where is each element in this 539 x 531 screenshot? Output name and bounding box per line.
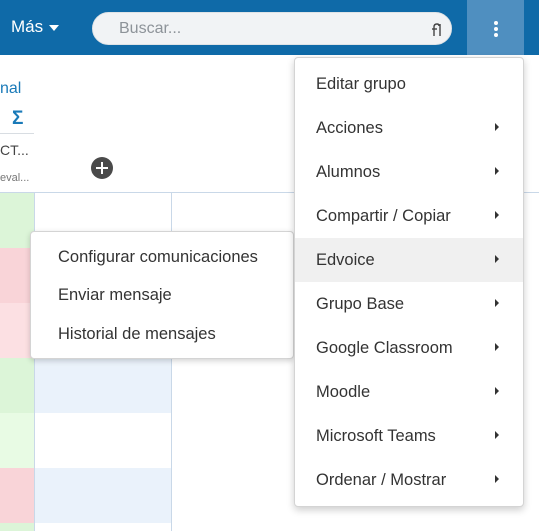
- menu-item-label: Grupo Base: [316, 295, 405, 313]
- grid-cell[interactable]: [0, 358, 34, 413]
- menu-item-acciones[interactable]: Acciones: [295, 106, 523, 150]
- search-box: [92, 12, 452, 45]
- grid-cell[interactable]: [0, 193, 34, 248]
- menu-item-edvoice[interactable]: Edvoice: [295, 238, 523, 282]
- menu-item-label: Editar grupo: [316, 75, 406, 93]
- grid-cell[interactable]: [35, 358, 171, 413]
- edvoice-submenu: Configurar comunicaciones Enviar mensaje…: [30, 231, 294, 359]
- menu-item-label: Compartir / Copiar: [316, 207, 451, 225]
- menu-item-label: Moodle: [316, 383, 371, 401]
- column-header-link[interactable]: nal: [0, 80, 21, 98]
- menu-item-label: Ordenar / Mostrar: [316, 471, 447, 489]
- caret-right-icon: [495, 299, 499, 307]
- menu-item-grupo-base[interactable]: Grupo Base: [295, 282, 523, 326]
- menu-item-label: Edvoice: [316, 251, 375, 269]
- header-divider: [0, 133, 34, 134]
- sigma-icon[interactable]: Σ: [12, 108, 23, 130]
- menu-item-google-classroom[interactable]: Google Classroom: [295, 326, 523, 370]
- caret-right-icon: [495, 387, 499, 395]
- grid-cell[interactable]: [0, 248, 34, 303]
- menu-item-label: Google Classroom: [316, 339, 453, 357]
- kebab-dot-icon: [494, 27, 498, 31]
- caret-right-icon: [495, 255, 499, 263]
- mas-label: Más: [11, 17, 44, 36]
- submenu-item-configurar-comunicaciones[interactable]: Configurar comunicaciones: [58, 248, 258, 267]
- caret-right-icon: [495, 475, 499, 483]
- top-navbar: Más: [0, 0, 539, 55]
- group-options-menu: Editar grupo Acciones Alumnos Compartir …: [294, 57, 524, 507]
- submenu-item-historial-mensajes[interactable]: Historial de mensajes: [58, 325, 216, 344]
- caret-right-icon: [495, 343, 499, 351]
- menu-item-ordenar-mostrar[interactable]: Ordenar / Mostrar: [295, 458, 523, 502]
- grid-cell[interactable]: [0, 413, 34, 468]
- kebab-dot-icon: [494, 21, 498, 25]
- grid-cell[interactable]: [0, 523, 34, 531]
- menu-item-alumnos[interactable]: Alumnos: [295, 150, 523, 194]
- submenu-item-enviar-mensaje[interactable]: Enviar mensaje: [58, 286, 172, 305]
- column-code: CT...: [0, 142, 29, 158]
- kebab-dot-icon: [494, 33, 498, 37]
- search-icon[interactable]: [431, 20, 443, 39]
- menu-item-moodle[interactable]: Moodle: [295, 370, 523, 414]
- column-subtitle: eval...: [0, 172, 30, 184]
- add-column-icon[interactable]: [91, 157, 113, 179]
- menu-item-label: Microsoft Teams: [316, 427, 436, 445]
- more-options-button[interactable]: [467, 0, 524, 55]
- caret-right-icon: [495, 123, 499, 131]
- grid-cell[interactable]: [35, 468, 171, 523]
- caret-right-icon: [495, 431, 499, 439]
- menu-item-compartir-copiar[interactable]: Compartir / Copiar: [295, 194, 523, 238]
- grid-cell[interactable]: [0, 468, 34, 523]
- mas-dropdown-button[interactable]: Más: [11, 17, 60, 37]
- menu-item-label: Acciones: [316, 119, 383, 137]
- grid-cell[interactable]: [0, 303, 34, 358]
- menu-item-editar-grupo[interactable]: Editar grupo: [295, 62, 523, 106]
- menu-item-microsoft-teams[interactable]: Microsoft Teams: [295, 414, 523, 458]
- menu-item-label: Alumnos: [316, 163, 381, 181]
- caret-down-icon: [49, 25, 60, 31]
- caret-right-icon: [495, 167, 499, 175]
- caret-right-icon: [495, 211, 499, 219]
- search-input[interactable]: [119, 18, 419, 40]
